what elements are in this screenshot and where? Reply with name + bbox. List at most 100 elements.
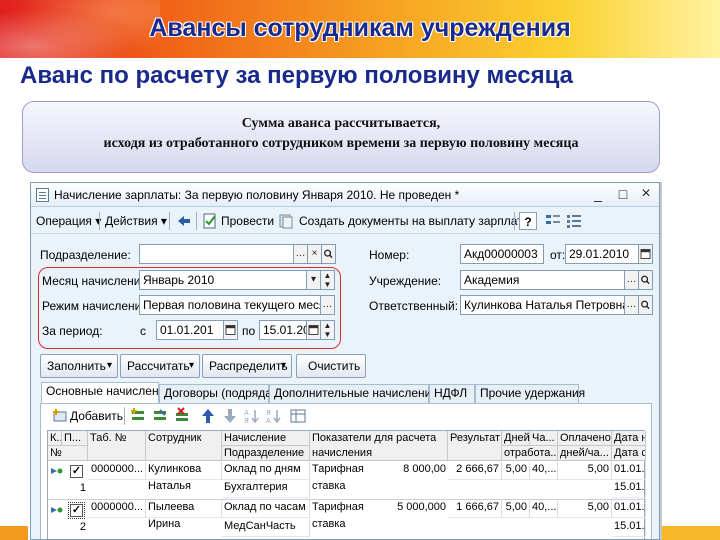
month-stepper-icon[interactable]: ▲ ▼ (321, 270, 335, 290)
add-row-icon[interactable] (51, 407, 69, 425)
table-row[interactable]: ✓ 1 0000000... Кулинкова Наталья Оклад п… (48, 462, 646, 498)
delete-row-icon[interactable] (173, 407, 191, 425)
institution-select-button[interactable]: … (625, 270, 639, 290)
post-button[interactable]: Провести (221, 212, 274, 230)
period-to-calendar-icon[interactable] (307, 320, 321, 340)
col-header-result[interactable]: Результат (448, 431, 502, 461)
move-down-icon[interactable] (221, 407, 239, 425)
operation-menu[interactable]: Операция ▾ (36, 212, 101, 230)
period-from-calendar-icon[interactable] (224, 320, 238, 340)
col-header-days[interactable]: Дней (502, 431, 530, 446)
distribute-button[interactable]: Распределить ▾ (202, 354, 292, 378)
calculate-dropdown-icon: ▾ (189, 360, 195, 371)
row-checkbox[interactable]: ✓ (68, 502, 85, 519)
col-header-p[interactable]: П... (62, 431, 88, 446)
col-header-employee[interactable]: Сотрудник (146, 431, 222, 461)
mode-select-button[interactable]: … (321, 295, 335, 315)
institution-field[interactable]: Академия (460, 270, 625, 290)
period-label: За период: (42, 324, 103, 338)
number-field[interactable]: Акд00000003 (460, 244, 544, 264)
edit-row-icon[interactable] (151, 407, 169, 425)
row-checkbox[interactable]: ✓ (70, 465, 83, 478)
calendar-icon[interactable] (639, 244, 653, 264)
list-settings-icon[interactable] (565, 212, 583, 230)
create-payment-documents-button[interactable]: Создать документы на выплату зарплаты (299, 212, 531, 230)
structure-icon[interactable] (544, 212, 562, 230)
department-search-icon[interactable] (322, 244, 336, 264)
close-button[interactable]: × (636, 185, 656, 204)
minimize-button[interactable]: _ (588, 185, 608, 204)
responsible-select-button[interactable]: … (625, 295, 639, 315)
col-header-date-end[interactable]: Дата с (612, 446, 646, 461)
period-from-field[interactable]: 01.01.201 (156, 320, 224, 340)
toolbar: Операция ▾ Действия ▾ Провести Создать д… (31, 208, 659, 234)
responsible-field[interactable]: Кулинкова Наталья Петровна (460, 295, 625, 315)
responsible-label: Ответственный: (369, 299, 459, 313)
col-header-row-number[interactable]: № (48, 446, 88, 461)
col-header-paid[interactable]: Оплачено (558, 431, 612, 446)
department-select-button[interactable]: … (294, 244, 308, 264)
row-status-icon (51, 468, 63, 474)
col-header-k[interactable]: К... (48, 431, 62, 446)
row-status-icon (51, 507, 63, 513)
institution-search-icon[interactable] (639, 270, 653, 290)
col-header-hours[interactable]: Ча... (530, 431, 558, 446)
fill-button[interactable]: Заполнить ▾ (40, 354, 118, 378)
create-documents-icon[interactable] (277, 212, 295, 230)
date-field[interactable]: 29.01.2010 (565, 244, 639, 264)
date-label: от: (550, 248, 566, 262)
tab-main-accruals[interactable]: Основные начисления (41, 382, 172, 404)
department-clear-button[interactable]: × (308, 244, 322, 264)
col-header-indicators[interactable]: Показатели для расчета начисления (310, 431, 448, 461)
clear-button[interactable]: Очистить (296, 354, 366, 378)
row-paid-days: 5,00 (558, 462, 612, 480)
move-up-icon[interactable] (199, 407, 217, 425)
table-row[interactable]: ✓ 2 0000000... Пылеева Ирина Оклад по ча… (48, 499, 646, 539)
department-field[interactable] (139, 244, 294, 264)
help-button[interactable]: ? (519, 212, 537, 230)
row-employee-name: Пылеева (146, 500, 222, 518)
row-indicator-name: Тарифная (312, 463, 364, 475)
month-dropdown-icon[interactable]: ▾ (307, 270, 321, 290)
month-field[interactable]: Январь 2010 (139, 270, 307, 290)
month-label: Месяц начисления: (42, 274, 151, 288)
tab-contracts[interactable]: Договоры (подряда) (159, 384, 276, 403)
accent-left (0, 526, 28, 540)
accruals-table: К... П... Таб. № Сотрудник Начисление По… (47, 430, 646, 539)
sort-descending-icon[interactable]: ЯA (265, 407, 283, 425)
tab-additional-accruals[interactable]: Дополнительные начисления (269, 384, 438, 403)
col-header-date-start[interactable]: Дата н (612, 431, 646, 446)
mode-field[interactable]: Первая половина текущего месяца (139, 295, 321, 315)
post-document-icon[interactable] (201, 212, 219, 230)
toolbar-separator (514, 212, 515, 230)
add-row-button[interactable]: Добавить (70, 407, 123, 425)
row-employee-name-2: Ирина (148, 518, 181, 530)
col-header-accrual[interactable]: Начисление (222, 431, 310, 446)
accent-right (662, 526, 720, 540)
actions-menu[interactable]: Действия ▾ (105, 212, 167, 230)
period-to-field[interactable]: 15.01.20 (259, 320, 307, 340)
window-title: Начисление зарплаты: За первую половину … (54, 188, 460, 202)
table-settings-icon[interactable] (289, 407, 307, 425)
col-header-paid-days[interactable]: дней/ча... (558, 446, 612, 461)
maximize-button[interactable]: □ (613, 185, 633, 204)
sort-ascending-icon[interactable]: AЯ (243, 407, 261, 425)
period-stepper-icon[interactable]: ▲ ▼ (321, 320, 335, 340)
copy-row-icon[interactable] (129, 407, 147, 425)
col-header-tab-number[interactable]: Таб. № (88, 431, 146, 461)
back-arrow-icon[interactable] (175, 212, 193, 230)
row-indicator-name: Тарифная (312, 501, 364, 513)
row-indicator-value: 5 000,000 (397, 501, 446, 513)
responsible-search-icon[interactable] (639, 295, 653, 315)
row-tab-number: 0000000... (88, 500, 146, 518)
row-number: 2 (79, 521, 86, 533)
tab-ndfl[interactable]: НДФЛ (429, 384, 475, 403)
col-header-days-worked[interactable]: отработа... (502, 446, 558, 461)
calculate-button[interactable]: Рассчитать ▾ (120, 354, 200, 378)
tab-other-deductions[interactable]: Прочие удержания (475, 384, 585, 403)
col-header-department[interactable]: Подразделение (222, 446, 310, 461)
toolbar-separator (196, 212, 197, 230)
row-hours-worked: 40,... (530, 462, 558, 480)
row-department: МедСанЧасть (222, 519, 310, 537)
row-indicator-name-2: ставка (312, 480, 346, 492)
